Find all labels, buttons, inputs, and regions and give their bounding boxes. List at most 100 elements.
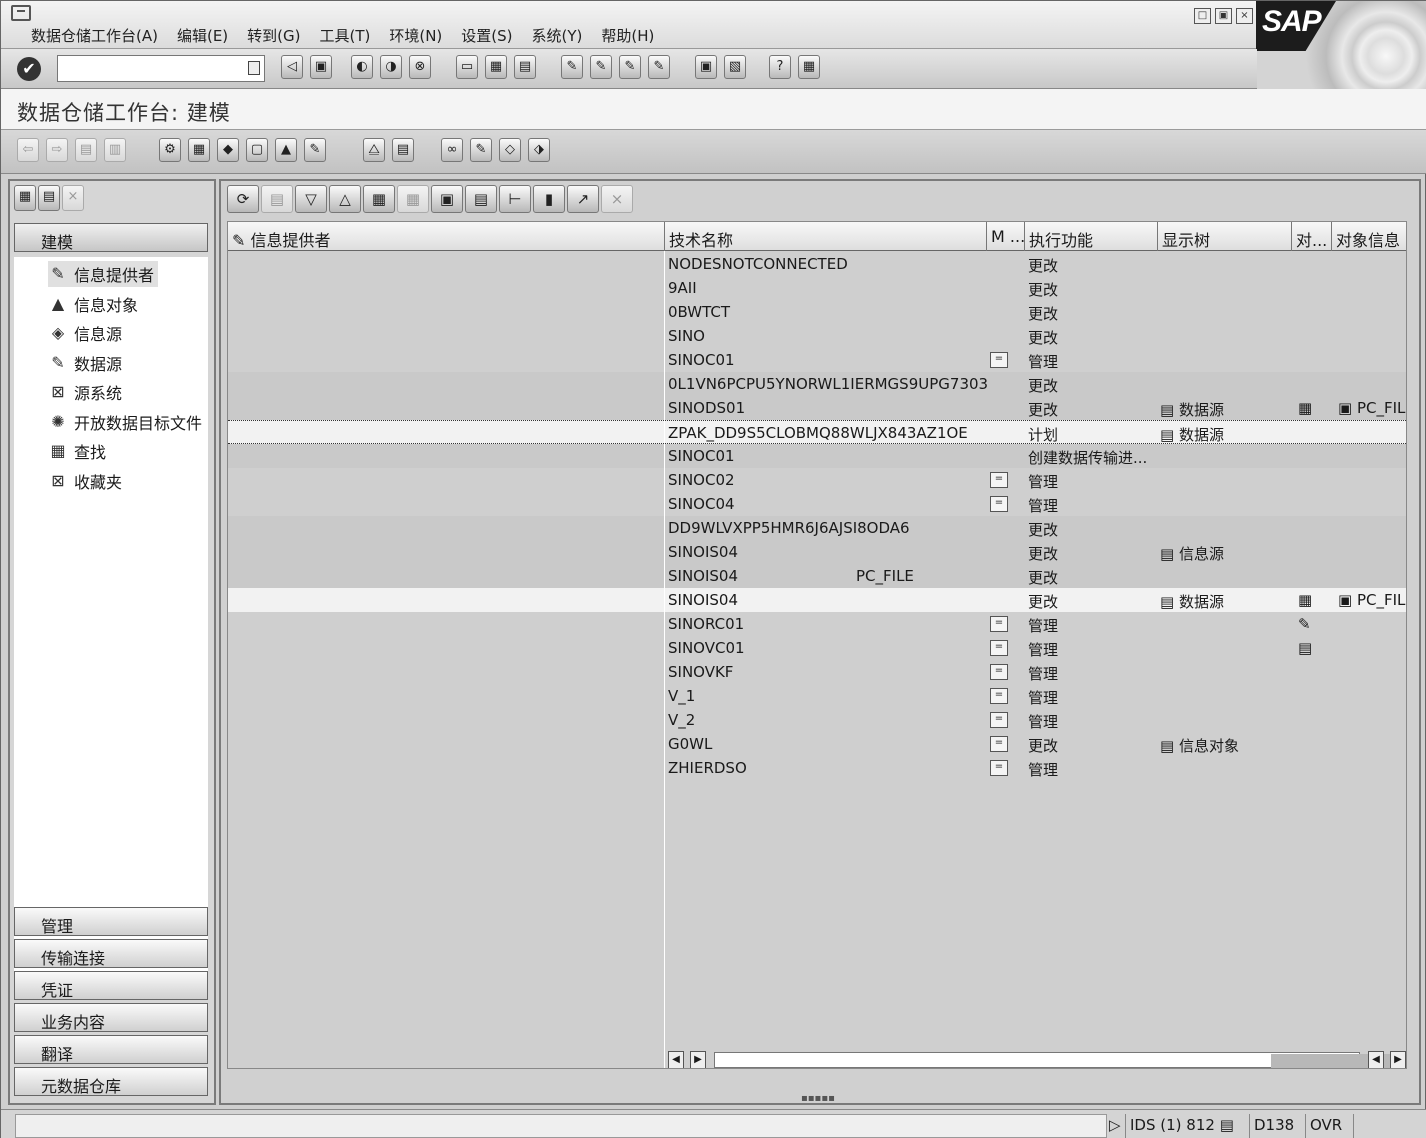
enter-check-icon[interactable]: ✔ xyxy=(17,57,41,81)
toolbar-button-icon[interactable]: ▤ xyxy=(514,55,536,79)
status-sysinfo-icon[interactable]: ▤ xyxy=(1220,1116,1234,1134)
app-toolbar-button-icon[interactable]: ▦ xyxy=(188,138,210,162)
maximize-icon[interactable]: ▣ xyxy=(1215,8,1232,24)
manage-icon[interactable]: = xyxy=(990,616,1008,632)
app-toolbar-button-icon[interactable]: ▤ xyxy=(75,138,97,162)
scroll-end-left-icon[interactable]: ◀ xyxy=(1368,1051,1384,1068)
object-info-link[interactable]: ▣ PC_FIL xyxy=(1338,399,1405,417)
object-icon[interactable]: ▤ xyxy=(1298,639,1312,657)
app-toolbar-button-icon[interactable]: ⇨ xyxy=(46,138,68,162)
status-expand-icon[interactable]: ▷ xyxy=(1105,1114,1125,1138)
app-toolbar-button-icon[interactable]: ∞ xyxy=(441,138,463,162)
scroll-end-right-icon[interactable]: ▶ xyxy=(1390,1051,1406,1068)
app-toolbar-button-icon[interactable]: ▢ xyxy=(246,138,268,162)
function-link[interactable]: 更改 xyxy=(1028,567,1058,588)
tree-toolbar-button-icon[interactable]: ▤ xyxy=(465,185,497,213)
app-toolbar-button-icon[interactable]: ▤ xyxy=(392,138,414,162)
column-header-object[interactable]: 对... xyxy=(1292,222,1332,251)
tree-row[interactable]: ◙RSNF:SINODS01ZPAK_DD9S5CLOBMQ88WLJX843A… xyxy=(228,420,1406,445)
tree-row[interactable]: ▷▲物料G0WL=更改▤ 信息对象 xyxy=(228,732,1406,756)
app-toolbar-button-icon[interactable]: ✎ xyxy=(470,138,492,162)
function-link[interactable]: 管理 xyxy=(1028,711,1058,732)
tree-toolbar-button-icon[interactable]: × xyxy=(601,185,633,213)
app-toolbar-button-icon[interactable]: ⬗ xyxy=(528,138,550,162)
tree-row[interactable]: ▷◆技术内容0BWTCT更改 xyxy=(228,300,1406,324)
nav-section[interactable]: 管理 xyxy=(14,907,208,936)
minimize-icon[interactable]: □ xyxy=(1194,8,1211,24)
function-link[interactable]: 更改 xyxy=(1028,375,1058,396)
display-tree-link[interactable]: ▤ 信息源 xyxy=(1160,543,1224,564)
nav-item[interactable]: ⊠ 源系统 xyxy=(48,379,122,405)
tree-toolbar-button-icon[interactable]: △ xyxy=(329,185,361,213)
app-toolbar-button-icon[interactable]: ◆ xyxy=(217,138,239,162)
tree-toolbar-button-icon[interactable]: ▦ xyxy=(363,185,395,213)
function-link[interactable]: 更改 xyxy=(1028,303,1058,324)
tree-row[interactable]: ✎□ SINOIS04SINOIS04更改▤ 数据源▦▣ PC_FIL xyxy=(228,588,1406,612)
manage-icon[interactable]: = xyxy=(990,760,1008,776)
nav-toolbar-button-icon[interactable]: × xyxy=(62,185,84,211)
tree-toolbar-button-icon[interactable]: ▤ xyxy=(261,185,293,213)
tree-row[interactable]: ▷⬢虚拟关键指标SINOVKF=管理 xyxy=(228,660,1406,684)
scroll-track[interactable] xyxy=(714,1052,1405,1068)
command-history-icon[interactable] xyxy=(248,61,260,75)
status-mode[interactable]: OVR xyxy=(1305,1114,1346,1138)
horizontal-scrollbar[interactable]: ◀ ▶ ◀ ▶ xyxy=(668,1051,1406,1068)
nav-toolbar-button-icon[interactable]: ▤ xyxy=(38,185,60,211)
tree-row[interactable]: ▽✎SINO数据源01SINODS01更改▤ 数据源▦▣ PC_FIL xyxy=(228,396,1406,420)
nav-section-modeling[interactable]: 建模 xyxy=(14,223,208,252)
tree-row[interactable]: ◆RFID 独立解决方案9AII更改 xyxy=(228,276,1406,300)
tree-row[interactable]: ▽✦□ 从 SINOIS04 为 外部文件系统SINOIS04PC_FILE更改 xyxy=(228,564,1406,588)
manage-icon[interactable]: = xyxy=(990,688,1008,704)
object-icon[interactable]: ▦ xyxy=(1298,591,1312,609)
tree-toolbar-button-icon[interactable]: ▮ xyxy=(533,185,565,213)
manage-icon[interactable]: = xyxy=(990,712,1008,728)
function-link[interactable]: 管理 xyxy=(1028,687,1058,708)
display-tree-link[interactable]: ▤ 信息对象 xyxy=(1160,735,1239,756)
app-toolbar-button-icon[interactable]: ⧋ xyxy=(363,138,385,162)
nav-section[interactable]: 业务内容 xyxy=(14,1003,208,1032)
scroll-right-icon[interactable]: ▶ xyxy=(690,1051,706,1068)
menu-item-0[interactable]: 数据仓储工作台(A) xyxy=(31,25,158,46)
function-link[interactable]: 管理 xyxy=(1028,351,1058,372)
tree-row[interactable]: ▷▢演示层次结构DSOZHIERDSO=管理 xyxy=(228,756,1406,780)
tree-row[interactable]: ▷⬢SINO 信息块02SINOC02=管理 xyxy=(228,468,1406,492)
column-header-function[interactable]: 执行功能 xyxy=(1025,222,1158,251)
app-toolbar-button-icon[interactable]: ✎ xyxy=(304,138,326,162)
toolbar-button-icon[interactable]: ▧ xyxy=(724,55,746,79)
nav-item[interactable]: ▦ 查找 xyxy=(48,438,106,464)
manage-icon[interactable]: = xyxy=(990,736,1008,752)
window-menu-icon[interactable] xyxy=(11,5,31,21)
toolbar-button-icon[interactable]: ▦ xyxy=(485,55,507,79)
tree-row[interactable]: ▷⬢虚拟关键指标V1V_1=管理 xyxy=(228,684,1406,708)
display-tree-link[interactable]: ▤ 数据源 xyxy=(1160,399,1224,420)
tree-row[interactable]: ⬢实时信息块C01SINORC01=管理✎ xyxy=(228,612,1406,636)
object-info-link[interactable]: ▣ PC_FIL xyxy=(1338,591,1405,609)
toolbar-button-icon[interactable]: ▣ xyxy=(695,55,717,79)
function-link[interactable]: 更改 xyxy=(1028,255,1058,276)
display-tree-link[interactable]: ▤ 数据源 xyxy=(1160,424,1224,445)
column-header-m[interactable]: M ... xyxy=(987,222,1025,251)
manage-icon[interactable]: = xyxy=(990,472,1008,488)
function-link[interactable]: 计划 xyxy=(1028,424,1058,445)
menu-item-2[interactable]: 转到(G) xyxy=(247,25,300,46)
nav-section[interactable]: 翻译 xyxy=(14,1035,208,1064)
toolbar-button-icon[interactable]: ◁ xyxy=(281,55,303,79)
command-field[interactable] xyxy=(57,55,265,82)
toolbar-button-icon[interactable]: ▣ xyxy=(310,55,332,79)
nav-section[interactable]: 元数据仓库 xyxy=(14,1067,208,1096)
function-link[interactable]: 更改 xyxy=(1028,327,1058,348)
nav-section[interactable]: 传输连接 xyxy=(14,939,208,968)
function-link[interactable]: 更改 xyxy=(1028,543,1058,564)
close-icon[interactable]: × xyxy=(1236,8,1253,24)
function-link[interactable]: 管理 xyxy=(1028,471,1058,492)
tree-row[interactable]: ▽⬢SINO 信息块01SINOC01=管理 xyxy=(228,348,1406,372)
menu-item-6[interactable]: 系统(Y) xyxy=(532,25,583,46)
function-link[interactable]: 更改 xyxy=(1028,519,1058,540)
function-link[interactable]: 更改 xyxy=(1028,735,1058,756)
tree-row[interactable]: ▷▭数据传输进程SINOC01创建数据传输进... xyxy=(228,444,1406,468)
column-header-object-info[interactable]: 对象信息 xyxy=(1332,222,1406,251)
function-link[interactable]: 管理 xyxy=(1028,615,1058,636)
manage-icon[interactable]: = xyxy=(990,664,1008,680)
column-header-display-tree[interactable]: 显示树 xyxy=(1158,222,1292,251)
tree-row[interactable]: ▽◈□ SINO第四个信息源SINOIS04更改▤ 信息源 xyxy=(228,540,1406,564)
